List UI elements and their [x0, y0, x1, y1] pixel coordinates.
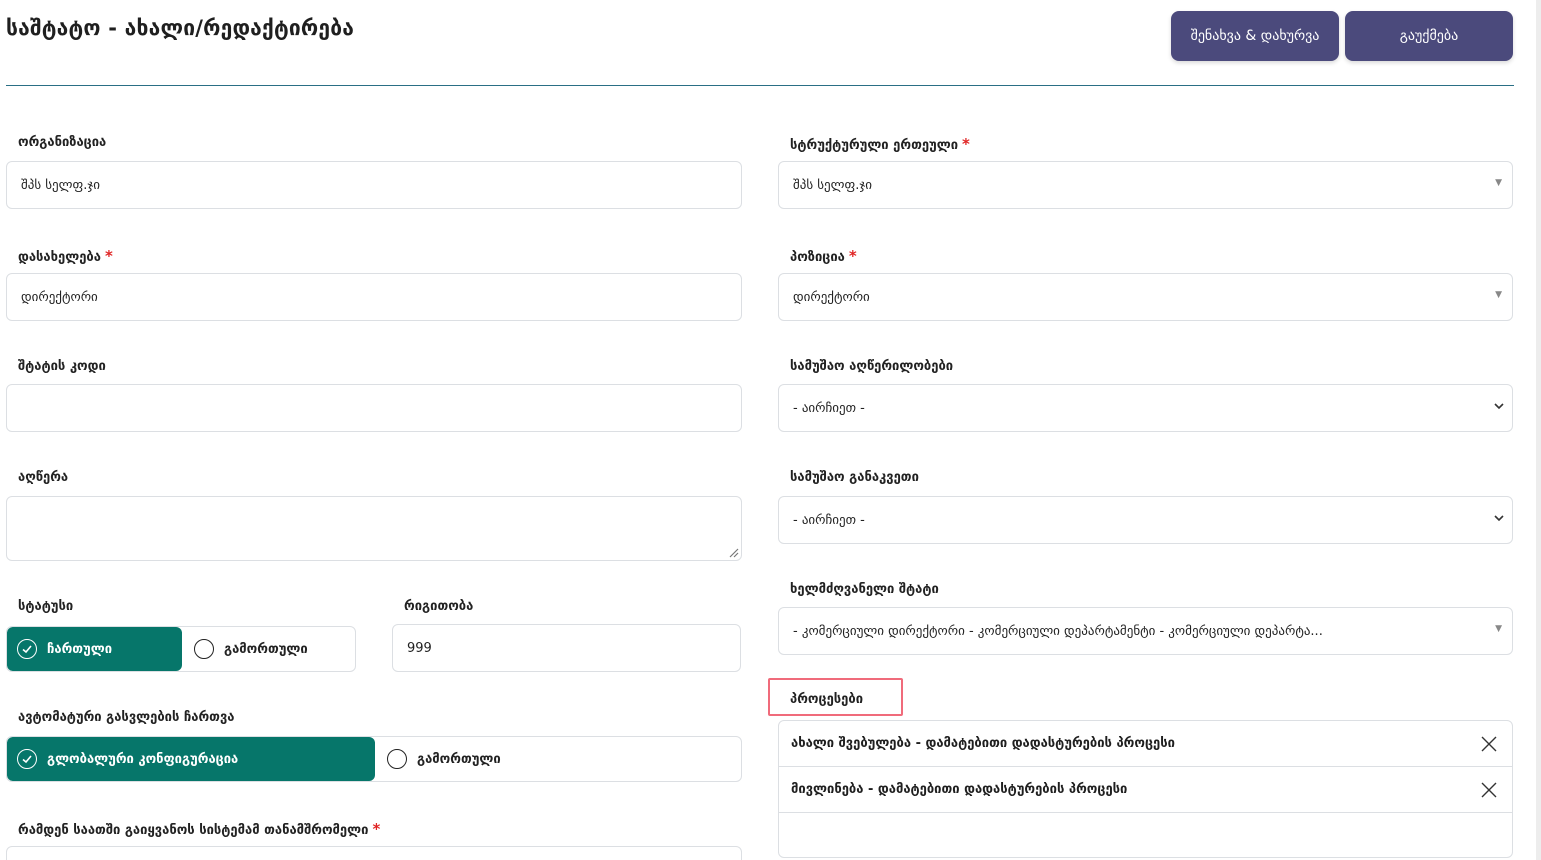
status-on-option[interactable]: ჩართული [7, 627, 182, 671]
work-schedule-select[interactable]: - აირჩიეთ - [778, 496, 1513, 544]
processes-label: პროცესები [790, 692, 864, 707]
staff-code-field[interactable] [6, 384, 742, 432]
position-label: პოზიცია * [790, 247, 857, 265]
description-label: აღწერა [18, 470, 69, 485]
auto-checkout-off-option[interactable]: გამორთული [375, 737, 501, 781]
name-value: დირექტორი [21, 289, 98, 305]
structural-unit-value: შპს სელფ.ჯი [793, 177, 872, 193]
description-textarea[interactable] [6, 496, 742, 561]
process-item: ახალი შვებულება - დამატებითი დადასტურები… [779, 721, 1512, 767]
organization-field[interactable]: შპს სელფ.ჯი [6, 161, 742, 209]
order-value: 999 [407, 640, 432, 656]
hours-label: რამდენ საათში გაიყვანოს სისტემამ თანამშრ… [18, 820, 381, 838]
caret-down-icon: ▼ [1495, 178, 1502, 188]
position-select[interactable]: დირექტორი ▼ [778, 273, 1513, 321]
header-divider [6, 85, 1514, 86]
name-field[interactable]: დირექტორი [6, 273, 742, 321]
page-title: საშტატო - ახალი/რედაქტირება [6, 16, 355, 40]
auto-checkout-label: ავტომატური გასვლების ჩართვა [18, 710, 235, 725]
resize-handle-icon[interactable] [727, 546, 739, 558]
required-marker: * [104, 247, 113, 265]
order-label: რიგითობა [404, 599, 474, 614]
status-toggle[interactable]: ჩართული გამორთული [6, 626, 356, 672]
order-field[interactable]: 999 [392, 624, 741, 672]
position-value: დირექტორი [793, 289, 870, 305]
close-icon[interactable] [1480, 781, 1498, 799]
page-scrollbar[interactable] [1536, 0, 1541, 860]
required-marker: * [962, 135, 970, 153]
processes-multiselect[interactable]: ახალი შვებულება - დამატებითი დადასტურები… [778, 720, 1513, 858]
status-off-option[interactable]: გამორთული [182, 627, 308, 671]
chevron-down-icon [1494, 515, 1504, 522]
status-label: სტატუსი [18, 599, 74, 614]
manager-staff-select[interactable]: - კომერციული დირექტორი - კომერციული დეპა… [778, 607, 1513, 655]
radio-circle-icon [387, 749, 407, 769]
chevron-down-icon [1494, 403, 1504, 410]
caret-down-icon: ▼ [1495, 624, 1502, 634]
required-marker: * [848, 247, 857, 265]
auto-checkout-global-option[interactable]: გლობალური კონფიგურაცია [7, 737, 375, 781]
organization-value: შპს სელფ.ჯი [21, 177, 100, 193]
required-marker: * [372, 820, 381, 838]
process-item: მივლინება - დამატებითი დადასტურების პროც… [779, 767, 1512, 813]
hours-field[interactable] [6, 846, 742, 860]
auto-checkout-toggle[interactable]: გლობალური კონფიგურაცია გამორთული [6, 736, 742, 782]
save-and-close-button[interactable]: შენახვა & დახურვა [1171, 11, 1339, 61]
structural-unit-label: სტრუქტურული ერთეული * [790, 135, 970, 153]
work-descriptions-select[interactable]: - აირჩიეთ - [778, 384, 1513, 432]
cancel-button[interactable]: გაუქმება [1345, 11, 1513, 61]
name-label: დასახელება * [18, 247, 113, 265]
work-schedule-label: სამუშაო განაკვეთი [790, 470, 919, 485]
radio-circle-icon [194, 639, 214, 659]
caret-down-icon: ▼ [1495, 290, 1502, 300]
manager-staff-label: ხელმძღვანელი შტატი [790, 582, 939, 597]
structural-unit-select[interactable]: შპს სელფ.ჯი ▼ [778, 161, 1513, 209]
work-descriptions-label: სამუშაო აღწერილობები [790, 359, 954, 374]
close-icon[interactable] [1480, 735, 1498, 753]
organization-label: ორგანიზაცია [18, 135, 107, 150]
check-circle-icon [17, 749, 37, 769]
staff-code-label: შტატის კოდი [18, 359, 106, 374]
check-circle-icon [17, 639, 37, 659]
